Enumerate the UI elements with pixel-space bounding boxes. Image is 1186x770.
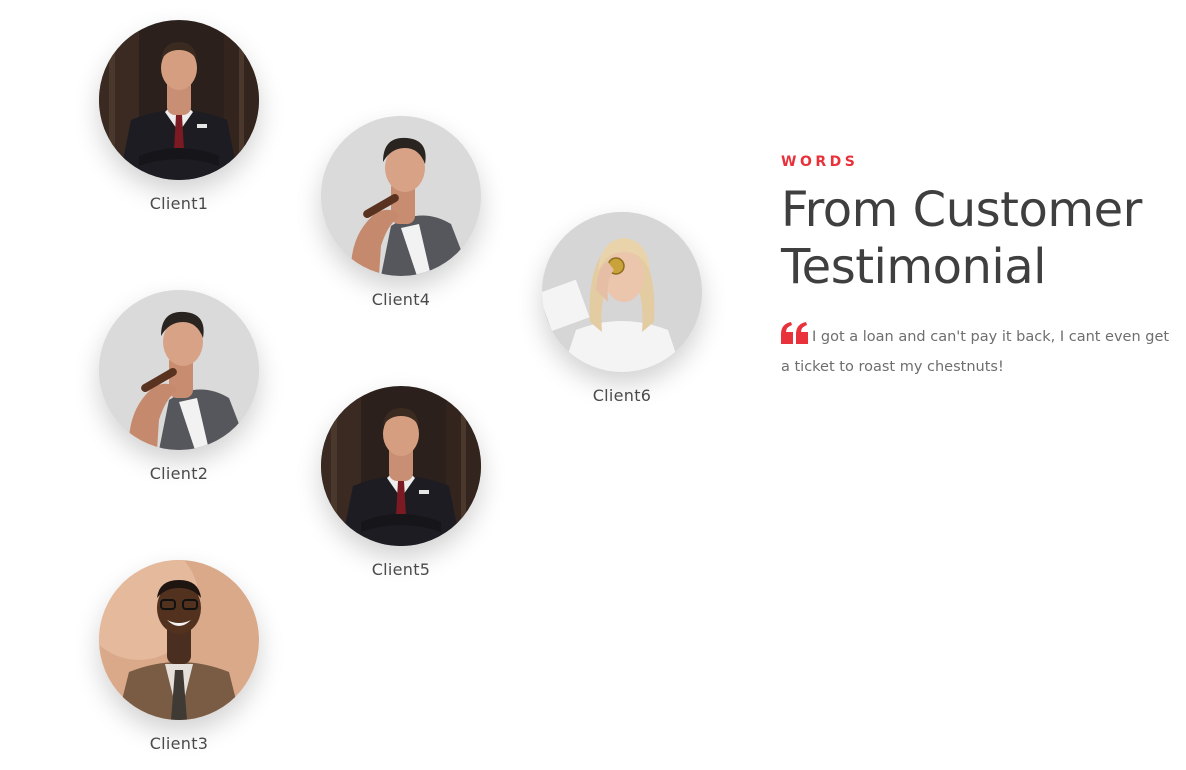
client-name-3: Client3: [149, 734, 209, 753]
client-name-4: Client4: [371, 290, 431, 309]
client-avatar-5[interactable]: [321, 386, 481, 546]
client-photo-3: [99, 560, 259, 720]
client-photo-6: [542, 212, 702, 372]
client-card-5[interactable]: Client5: [321, 386, 481, 579]
client-card-6[interactable]: Client6: [542, 212, 702, 405]
client-avatar-2[interactable]: [99, 290, 259, 450]
quote-text: I got a loan and can't pay it back, I ca…: [781, 329, 1170, 375]
client-card-1[interactable]: Client1: [99, 20, 259, 213]
quote-left-icon: [781, 322, 808, 354]
client-avatar-1[interactable]: [99, 20, 259, 180]
client-name-5: Client5: [371, 560, 431, 579]
client-photo-5: [321, 386, 481, 546]
client-photo-1: [99, 20, 259, 180]
client-name-2: Client2: [149, 464, 209, 483]
testimonial-quote: I got a loan and can't pay it back, I ca…: [781, 322, 1176, 381]
client-card-3[interactable]: Client3: [99, 560, 259, 753]
client-avatar-3[interactable]: [99, 560, 259, 720]
heading-line-2: Testimonial: [781, 239, 1047, 295]
section-heading: From Customer Testimonial: [781, 182, 1176, 296]
client-card-2[interactable]: Client2: [99, 290, 259, 483]
client-avatar-6[interactable]: [542, 212, 702, 372]
client-photo-4: [321, 116, 481, 276]
client-name-6: Client6: [592, 386, 652, 405]
section-eyebrow: WORDS: [781, 154, 859, 170]
client-name-1: Client1: [149, 194, 209, 213]
client-card-4[interactable]: Client4: [321, 116, 481, 309]
testimonial-section: WORDS From Customer Testimonial I got a …: [781, 154, 1176, 381]
heading-line-1: From Customer: [781, 182, 1142, 238]
client-photo-2: [99, 290, 259, 450]
client-avatar-4[interactable]: [321, 116, 481, 276]
